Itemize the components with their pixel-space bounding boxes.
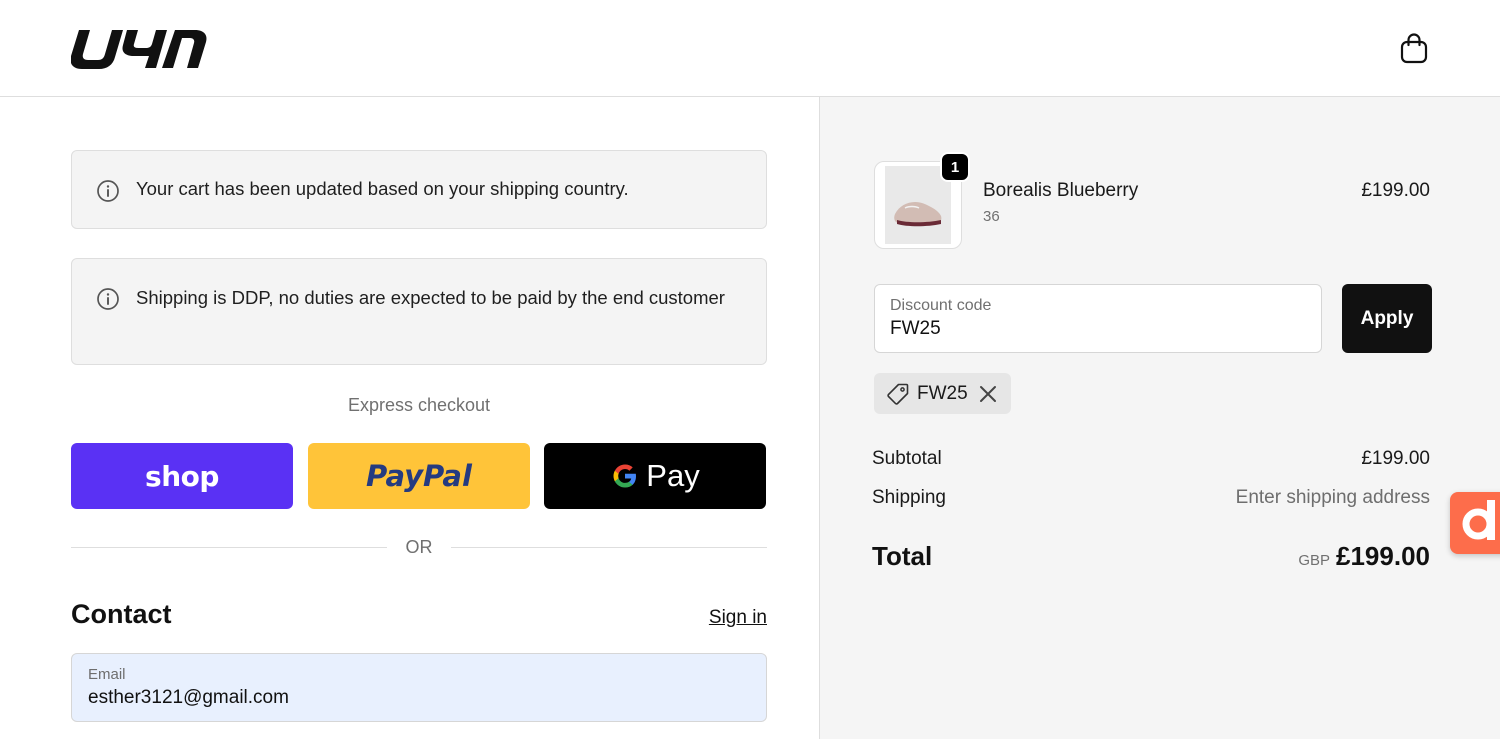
shipping-ddp-banner: Shipping is DDP, no duties are expected … — [71, 258, 767, 365]
email-value[interactable]: esther3121@gmail.com — [88, 687, 289, 709]
quantity-badge: 1 — [940, 152, 970, 182]
product-name: Borealis Blueberry — [983, 180, 1139, 201]
email-field[interactable]: Email esther3121@gmail.com — [71, 653, 767, 722]
apply-discount-button[interactable]: Apply — [1342, 284, 1432, 353]
total-currency: GBP — [1298, 552, 1330, 569]
paypal-label: PayPal — [366, 459, 472, 493]
banner-text: Shipping is DDP, no duties are expected … — [136, 287, 725, 308]
floating-chat-widget[interactable] — [1450, 492, 1500, 554]
uyn-logo[interactable] — [70, 26, 209, 70]
or-text: OR — [405, 537, 433, 557]
checkout-form-column: Your cart has been updated based on your… — [0, 97, 819, 739]
applied-discount-chip: FW25 — [874, 373, 1011, 414]
shop-pay-button[interactable]: shop — [71, 443, 293, 509]
shopping-bag-button[interactable] — [1396, 30, 1432, 66]
cart-updated-banner: Your cart has been updated based on your… — [71, 150, 767, 229]
shop-pay-label: shop — [145, 459, 219, 493]
header — [0, 0, 1500, 97]
close-icon[interactable] — [977, 383, 999, 405]
info-icon — [97, 288, 119, 310]
total-value: £199.00 — [1336, 541, 1430, 571]
google-pay-label: Pay — [646, 458, 700, 493]
discount-code-field[interactable]: Discount code — [874, 284, 1322, 353]
applied-discount-code: FW25 — [917, 383, 968, 404]
product-price: £199.00 — [1361, 180, 1430, 201]
shopping-bag-icon — [1400, 33, 1428, 64]
paypal-button[interactable]: PayPal — [308, 443, 530, 509]
subtotal-label: Subtotal — [872, 448, 942, 469]
or-divider: OR — [71, 533, 767, 561]
d-logo-icon — [1462, 500, 1495, 540]
tag-icon — [887, 383, 909, 405]
shipping-value: Enter shipping address — [1235, 487, 1430, 508]
subtotal-value: £199.00 — [1361, 448, 1430, 469]
discount-code-input[interactable] — [890, 318, 1290, 340]
google-pay-button[interactable]: Pay — [544, 443, 766, 509]
email-label: Email — [88, 666, 126, 683]
order-summary-column: 1 Borealis Blueberry 36 £199.00 Discount… — [819, 97, 1500, 739]
express-checkout-label: Express checkout — [347, 395, 491, 415]
info-icon — [97, 180, 119, 202]
google-g-icon — [613, 464, 637, 488]
shipping-label: Shipping — [872, 487, 946, 508]
sign-in-link[interactable]: Sign in — [709, 607, 767, 629]
banner-text: Your cart has been updated based on your… — [136, 178, 629, 199]
product-variant: 36 — [983, 208, 1000, 225]
contact-heading: Contact — [71, 599, 172, 629]
discount-code-label: Discount code — [890, 297, 992, 314]
total-label: Total — [872, 541, 933, 571]
